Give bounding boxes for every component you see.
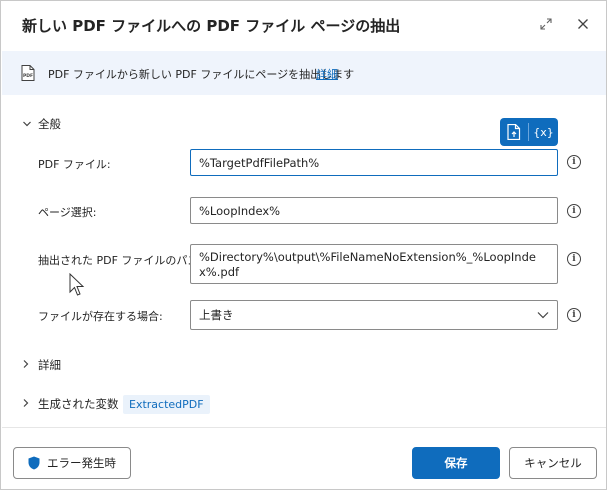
output-path-value: %Directory%\output\%FileNameNoExtension%… — [199, 250, 536, 279]
section-general-label[interactable]: 全般 — [38, 116, 61, 132]
expand-button[interactable] — [537, 15, 555, 33]
pdf-file-label: PDF ファイル: — [38, 158, 111, 171]
if-file-exists-label: ファイルが存在する場合: — [38, 310, 163, 323]
output-path-input[interactable]: %Directory%\output\%FileNameNoExtension%… — [190, 244, 558, 284]
page-selection-input[interactable]: %LoopIndex% — [190, 197, 558, 224]
expand-icon — [540, 18, 552, 30]
variable-picker: {x} — [500, 118, 558, 146]
pdf-file-value: %TargetPdfFilePath% — [199, 155, 320, 170]
shield-icon — [28, 456, 40, 470]
pdf-file-input[interactable]: %TargetPdfFilePath% — [190, 149, 558, 176]
cancel-label: キャンセル — [524, 456, 582, 470]
chevron-right-icon[interactable] — [21, 359, 31, 369]
section-advanced-label[interactable]: 詳細 — [38, 357, 61, 373]
close-button[interactable] — [574, 15, 592, 33]
info-icon[interactable]: i — [567, 204, 581, 218]
mouse-cursor-icon — [69, 273, 85, 296]
close-icon — [578, 19, 588, 29]
variable-badge[interactable]: ExtractedPDF — [123, 395, 210, 414]
info-icon[interactable]: i — [567, 252, 581, 266]
on-error-label: エラー発生時 — [47, 456, 116, 470]
insert-variable-button[interactable]: {x} — [529, 118, 558, 146]
info-icon[interactable]: i — [567, 308, 581, 322]
output-path-label: 抽出された PDF ファイルのパス: — [38, 254, 203, 267]
file-upload-icon — [507, 124, 521, 140]
info-text: PDF ファイルから新しい PDF ファイルにページを抽出します — [48, 68, 355, 81]
footer-divider — [2, 427, 606, 428]
chevron-down-icon[interactable] — [22, 119, 32, 129]
chevron-down-icon — [537, 312, 549, 319]
on-error-button[interactable]: エラー発生時 — [13, 447, 131, 479]
info-icon[interactable]: i — [567, 155, 581, 169]
if-file-exists-select[interactable]: 上書き — [190, 300, 558, 330]
dialog: 新しい PDF ファイルへの PDF ファイル ページの抽出 PDF PDF フ… — [0, 0, 607, 490]
save-label: 保存 — [444, 456, 468, 470]
if-file-exists-value: 上書き — [199, 308, 234, 322]
file-picker-button[interactable] — [500, 118, 528, 146]
cancel-button[interactable]: キャンセル — [509, 447, 597, 479]
page-selection-label: ページ選択: — [38, 206, 97, 219]
pdf-file-icon: PDF — [21, 65, 35, 85]
save-button[interactable]: 保存 — [412, 447, 500, 479]
page-selection-value: %LoopIndex% — [199, 203, 281, 218]
section-variables-label[interactable]: 生成された変数 — [38, 396, 119, 412]
svg-text:PDF: PDF — [23, 73, 33, 79]
chevron-right-icon[interactable] — [21, 398, 31, 408]
learn-more-link[interactable]: 詳細 — [316, 66, 338, 82]
variable-icon: {x} — [533, 125, 554, 139]
dialog-title: 新しい PDF ファイルへの PDF ファイル ページの抽出 — [22, 17, 401, 35]
